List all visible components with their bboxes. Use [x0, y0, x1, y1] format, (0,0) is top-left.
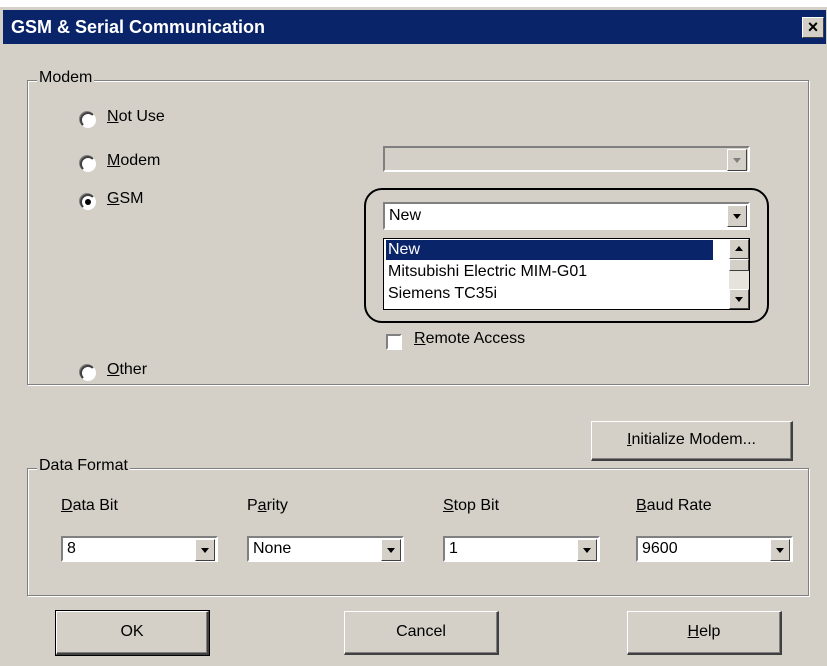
initialize-modem-button[interactable]: Initialize Modem...	[591, 421, 793, 461]
cancel-button[interactable]: Cancel	[344, 611, 499, 655]
scroll-down-icon[interactable]	[729, 289, 749, 309]
gsm-device-list[interactable]: New Mitsubishi Electric MIM-G01 Siemens …	[383, 238, 750, 310]
close-icon: ×	[807, 17, 819, 37]
chevron-down-icon[interactable]	[195, 539, 215, 561]
label-not-use[interactable]: Not Use	[107, 108, 165, 126]
label-gsm[interactable]: GSM	[107, 190, 143, 208]
close-button[interactable]: ×	[802, 17, 824, 38]
chevron-down-icon[interactable]	[770, 539, 790, 561]
list-item[interactable]: Siemens TC35i	[386, 284, 713, 304]
list-scrollbar[interactable]	[729, 239, 749, 309]
label-other[interactable]: Other	[107, 361, 147, 379]
radio-not-use[interactable]	[80, 112, 96, 128]
radio-other[interactable]	[80, 365, 96, 381]
gsm-combo-value: New	[389, 207, 422, 224]
radio-modem[interactable]	[80, 156, 96, 172]
label-remote-access[interactable]: Remote Access	[414, 330, 525, 348]
scroll-thumb[interactable]	[729, 259, 749, 271]
parity-select[interactable]: None	[247, 536, 404, 562]
baud-rate-select[interactable]: 9600	[636, 536, 793, 562]
chevron-down-icon[interactable]	[381, 539, 401, 561]
scroll-up-icon[interactable]	[729, 239, 749, 259]
gsm-serial-dialog: GSM & Serial Communication × Modem Not U…	[0, 7, 827, 666]
chevron-down-icon[interactable]	[577, 539, 597, 561]
modem-group-label: Modem	[37, 69, 95, 87]
label-data-bit: Data Bit	[61, 497, 118, 514]
data-format-group-label: Data Format	[37, 457, 130, 475]
data-format-group	[27, 468, 809, 596]
title-bar[interactable]: GSM & Serial Communication ×	[3, 10, 826, 44]
help-button[interactable]: Help	[627, 611, 782, 655]
stop-bit-select[interactable]: 1	[443, 536, 600, 562]
ok-button[interactable]: OK	[55, 610, 210, 656]
label-stop-bit: Stop Bit	[443, 497, 500, 514]
gsm-device-combo[interactable]: New	[383, 202, 750, 230]
radio-gsm[interactable]	[80, 194, 96, 210]
label-modem[interactable]: Modem	[107, 152, 160, 170]
list-item[interactable]: Mitsubishi Electric MIM-G01	[386, 262, 713, 282]
data-bit-select[interactable]: 8	[61, 536, 218, 562]
label-baud-rate: Baud Rate	[636, 497, 712, 514]
chevron-down-icon[interactable]	[727, 205, 747, 227]
list-item[interactable]: New	[386, 240, 713, 260]
chevron-down-icon	[727, 149, 747, 171]
remote-access-checkbox[interactable]	[386, 334, 402, 350]
modem-type-combo	[383, 146, 750, 172]
label-parity: Parity	[247, 497, 288, 514]
window-title: GSM & Serial Communication	[11, 17, 266, 37]
